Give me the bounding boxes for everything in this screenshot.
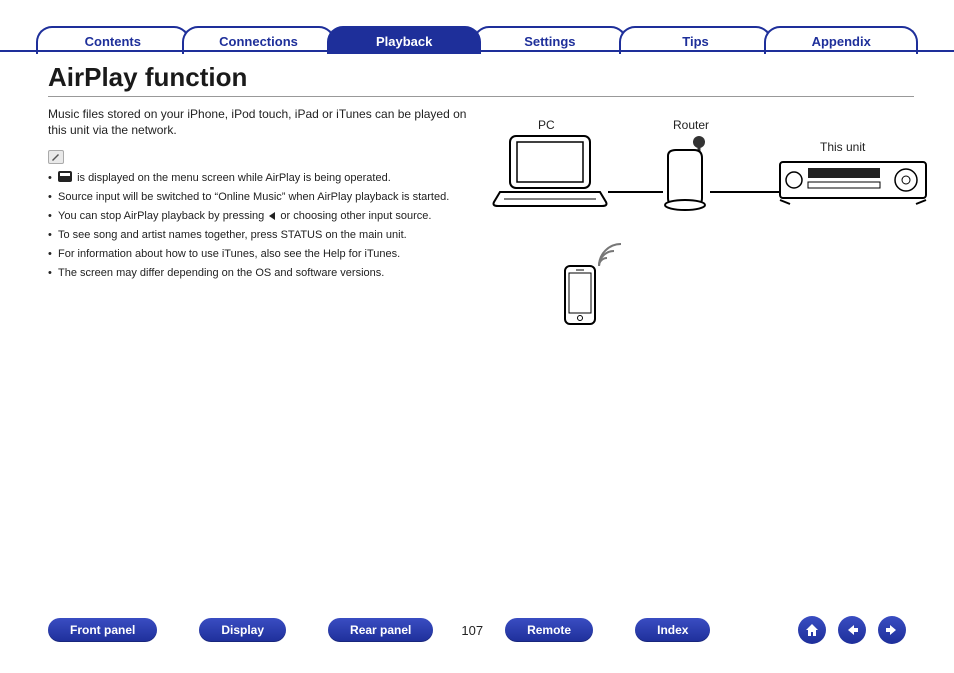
note-icon	[48, 150, 64, 164]
label-router: Router	[673, 118, 709, 132]
home-button[interactable]	[798, 616, 826, 644]
cable-line	[710, 188, 780, 196]
bullet-text: The screen may differ depending on the O…	[58, 265, 384, 282]
label-unit: This unit	[820, 140, 865, 154]
nav-display[interactable]: Display	[199, 618, 286, 642]
list-item: • You can stop AirPlay playback by press…	[48, 208, 478, 225]
smartphone-icon	[562, 264, 598, 326]
nav-index[interactable]: Index	[635, 618, 710, 642]
notes-list: • is displayed on the menu screen while …	[48, 170, 478, 284]
label-pc: PC	[538, 118, 555, 132]
wifi-icon	[595, 240, 625, 270]
triangle-left-icon	[269, 212, 275, 220]
top-tab-bar: Contents Connections Playback Settings T…	[0, 20, 954, 54]
bullet-text: To see song and artist names together, p…	[58, 227, 407, 244]
nav-remote[interactable]: Remote	[505, 618, 593, 642]
router-icon	[662, 132, 712, 212]
title-rule	[48, 96, 914, 97]
bullet-text: or choosing other input source.	[280, 210, 431, 222]
cable-line	[608, 188, 663, 196]
airplay-screen-icon	[58, 171, 72, 182]
next-page-button[interactable]	[878, 616, 906, 644]
prev-page-button[interactable]	[838, 616, 866, 644]
laptop-icon	[490, 132, 610, 212]
bullet-text: You can stop AirPlay playback by pressin…	[58, 210, 264, 222]
bottom-nav: Front panel Display Rear panel 107 Remot…	[0, 615, 954, 645]
home-icon	[804, 622, 820, 638]
bullet-text: Source input will be switched to “Online…	[58, 189, 449, 206]
list-item: • The screen may differ depending on the…	[48, 265, 478, 282]
list-item: • To see song and artist names together,…	[48, 227, 478, 244]
bullet-text: is displayed on the menu screen while Ai…	[77, 172, 391, 184]
arrow-right-icon	[884, 622, 900, 638]
nav-rear-panel[interactable]: Rear panel	[328, 618, 433, 642]
bullet-text: For information about how to use iTunes,…	[58, 246, 400, 263]
intro-text: Music files stored on your iPhone, iPod …	[48, 106, 468, 138]
page-title: AirPlay function	[48, 62, 247, 93]
list-item: • For information about how to use iTune…	[48, 246, 478, 263]
arrow-left-icon	[844, 622, 860, 638]
tab-playback[interactable]: Playback	[327, 26, 481, 54]
list-item: • is displayed on the menu screen while …	[48, 170, 478, 187]
receiver-unit-icon	[778, 156, 928, 206]
page-number: 107	[461, 623, 483, 638]
list-item: • Source input will be switched to “Onli…	[48, 189, 478, 206]
network-diagram: PC Router This unit	[480, 100, 940, 360]
nav-front-panel[interactable]: Front panel	[48, 618, 157, 642]
